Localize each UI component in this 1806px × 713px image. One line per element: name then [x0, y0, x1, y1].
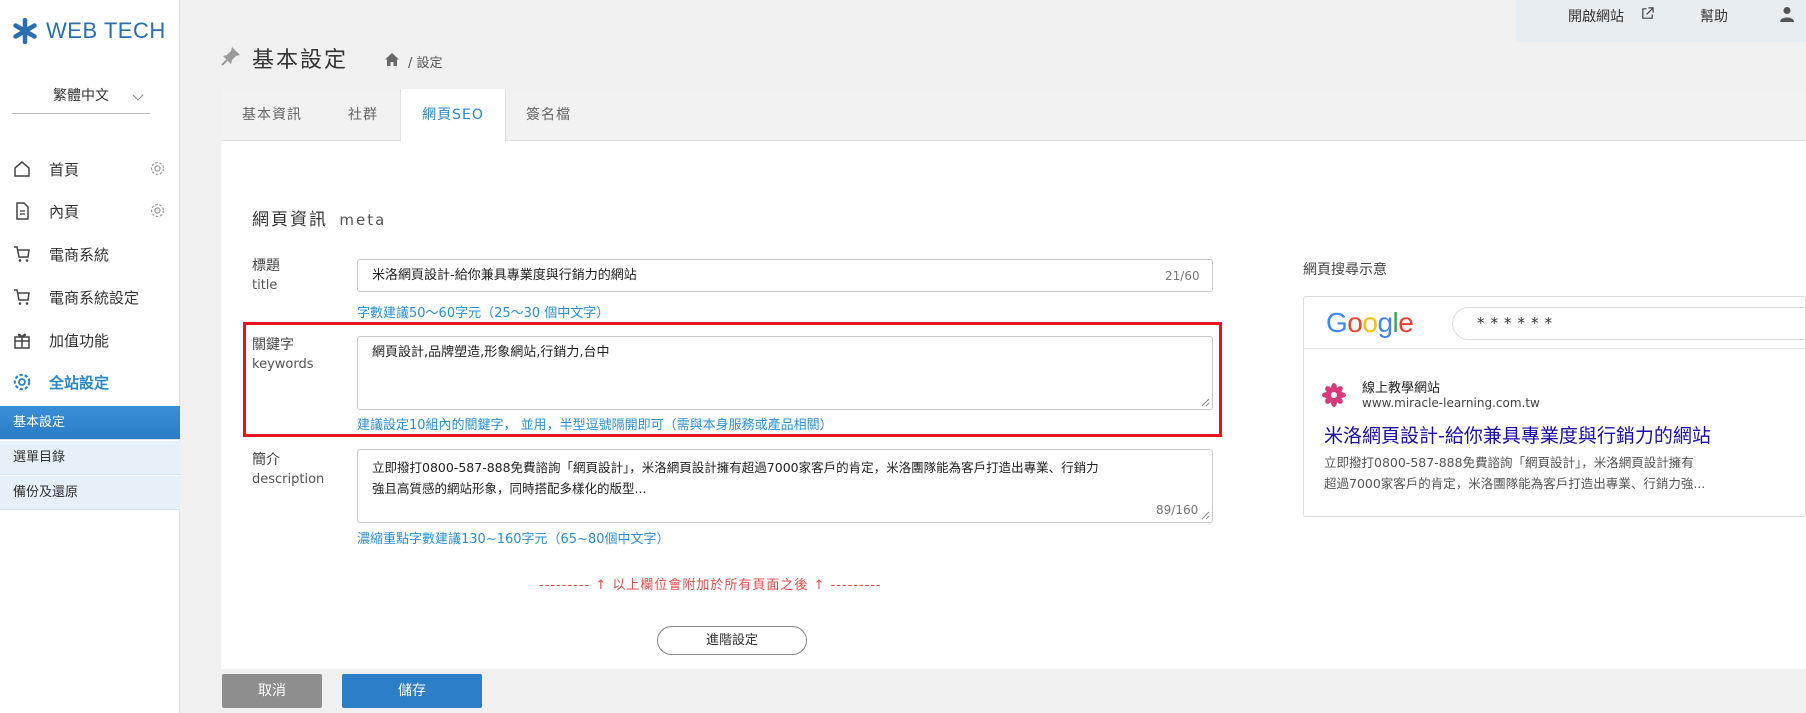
preview-site-name: 線上教學網站: [1362, 381, 1441, 396]
settings-panel: 基本資訊 社群 網頁SEO 簽名檔 網頁資訊 meta 標題 title 米洛網…: [221, 89, 1806, 669]
gear-icon[interactable]: [149, 160, 166, 177]
section-title-zh: 網頁資訊: [252, 210, 328, 230]
preview-desc-line-2: 超過7000家客戶的肯定，米洛團隊能為客戶打造出專業、行銷力強...: [1324, 476, 1706, 491]
title-label-zh: 標題: [252, 258, 280, 274]
sidebar-item-home[interactable]: 首頁: [0, 151, 180, 187]
flower-favicon-icon: [1322, 383, 1346, 407]
description-textarea[interactable]: 立即撥打0800-587-888免費諮詢「網頁設計」，米洛網頁設計擁有超過700…: [357, 449, 1213, 523]
search-preview-box: ******: [1452, 307, 1806, 340]
gear-icon: [13, 373, 31, 391]
breadcrumb: / 設定: [408, 56, 443, 71]
section-title-en: meta: [339, 211, 387, 229]
help-link[interactable]: 幫助: [1700, 6, 1728, 26]
sidebar-item-label: 全站設定: [49, 373, 110, 392]
preview-site-url: www.miracle-learning.com.tw: [1362, 396, 1540, 410]
home-outline-icon: [14, 161, 30, 177]
preview-result-description: 立即撥打0800-587-888免費諮詢「網頁設計」，米洛網頁設計擁有 超過70…: [1324, 452, 1794, 494]
title-label: 標題 title: [252, 257, 280, 295]
sidebar-item-label: 內頁: [49, 202, 80, 221]
tab-social[interactable]: 社群: [348, 89, 378, 141]
brand-logo[interactable]: WEB TECH: [12, 18, 166, 44]
section-title: 網頁資訊 meta: [252, 205, 386, 230]
page-title: 基本設定: [252, 48, 349, 73]
keywords-hint: 建議設定10組內的關鍵字， 並用，半型逗號隔開即可（需與本身服務或產品相關）: [357, 418, 833, 433]
sidebar-subitem-basic-settings[interactable]: 基本設定: [0, 406, 180, 440]
keywords-textarea[interactable]: 網頁設計,品牌塑造,形象網站,行銷力,台中: [357, 336, 1213, 410]
description-line-1: 立即撥打0800-587-888免費諮詢「網頁設計」，米洛網頁設計擁有超過700…: [372, 460, 1099, 475]
description-hint: 濃縮重點字數建議130~160字元（65~80個中文字）: [357, 532, 670, 547]
description-label-zh: 簡介: [252, 452, 280, 468]
sidebar-item-label: 電商系統: [49, 245, 110, 264]
description-char-counter: 89/160: [1156, 503, 1199, 517]
tab-basic-info[interactable]: 基本資訊: [242, 89, 302, 141]
global-fields-notice: --------- ↑ 以上欄位會附加於所有頁面之後 ↑ ---------: [539, 578, 882, 593]
description-line-2: 強且高質感的網站形象，同時搭配多樣化的版型...: [372, 481, 647, 496]
sidebar-subitem-menu[interactable]: 選單目錄: [0, 441, 180, 475]
title-input[interactable]: 米洛網頁設計-給你兼具專業度與行銷力的網站: [357, 259, 1213, 292]
sidebar-item-ecommerce[interactable]: 電商系統: [0, 236, 180, 272]
description-label: 簡介 description: [252, 451, 324, 489]
google-logo: Google: [1326, 307, 1414, 338]
title-char-counter: 21/60: [1165, 269, 1200, 283]
language-value: 繁體中文: [53, 88, 109, 104]
sidebar-item-addons[interactable]: 加值功能: [0, 322, 180, 358]
chevron-down-icon: [132, 89, 144, 101]
tab-bar: 基本資訊 社群 網頁SEO 簽名檔: [221, 89, 1806, 142]
save-button[interactable]: 儲存: [342, 674, 482, 708]
user-icon[interactable]: [1778, 5, 1796, 23]
tab-signature[interactable]: 簽名檔: [526, 89, 571, 141]
advanced-settings-button[interactable]: 進階設定: [657, 626, 807, 655]
keywords-label-en: keywords: [252, 357, 314, 372]
tab-seo[interactable]: 網頁SEO: [400, 89, 506, 142]
gear-icon[interactable]: [149, 202, 166, 219]
gift-icon: [14, 333, 30, 349]
sidebar-item-ecommerce-settings[interactable]: 電商系統設定: [0, 279, 180, 315]
open-site-link[interactable]: 開啟網站: [1568, 6, 1624, 26]
topbar: 開啟網站 幫助: [1516, 0, 1806, 42]
home-icon[interactable]: [384, 52, 400, 67]
document-icon: [16, 202, 29, 220]
sidebar-item-label: 首頁: [49, 160, 80, 179]
keywords-label: 關鍵字 keywords: [252, 336, 313, 374]
resize-handle-icon[interactable]: [1200, 397, 1210, 407]
external-link-icon[interactable]: [1640, 6, 1655, 21]
sidebar-item-label: 加值功能: [49, 331, 110, 350]
brand-name: WEB TECH: [46, 18, 166, 43]
search-preview-header: Google ******: [1304, 297, 1806, 349]
sidebar: WEB TECH 繁體中文 首頁 內頁 電商系統 電商系統設定 加值功能 全站設…: [0, 0, 180, 713]
asterisk-logo-icon: [13, 18, 37, 44]
search-preview-label: 網頁搜尋示意: [1303, 262, 1387, 278]
search-preview-card: Google ****** 線上教學網站 www.miracle-learnin…: [1303, 296, 1806, 517]
title-hint: 字數建議50～60字元（25～30 個中文字）: [357, 306, 610, 321]
title-input-value: 米洛網頁設計-給你兼具專業度與行銷力的網站: [372, 268, 637, 283]
keywords-label-zh: 關鍵字: [252, 337, 294, 353]
preview-result-title: 米洛網頁設計-給你兼具專業度與行銷力的網站: [1324, 425, 1711, 447]
keywords-textarea-value: 網頁設計,品牌塑造,形象網站,行銷力,台中: [372, 345, 610, 360]
pin-icon: [221, 47, 240, 66]
language-select[interactable]: 繁體中文: [12, 82, 150, 114]
cancel-button[interactable]: 取消: [222, 674, 322, 708]
sidebar-item-inner-pages[interactable]: 內頁: [0, 193, 180, 229]
preview-desc-line-1: 立即撥打0800-587-888免費諮詢「網頁設計」，米洛網頁設計擁有: [1324, 455, 1694, 470]
sidebar-item-label: 電商系統設定: [49, 288, 140, 307]
description-label-en: description: [252, 472, 325, 487]
sidebar-subitem-backup[interactable]: 備份及還原: [0, 476, 180, 510]
cart-icon: [14, 246, 30, 262]
cart-icon: [14, 289, 30, 305]
sidebar-item-site-settings[interactable]: 全站設定: [0, 364, 180, 400]
title-label-en: title: [252, 278, 278, 293]
resize-handle-icon[interactable]: [1200, 510, 1210, 520]
